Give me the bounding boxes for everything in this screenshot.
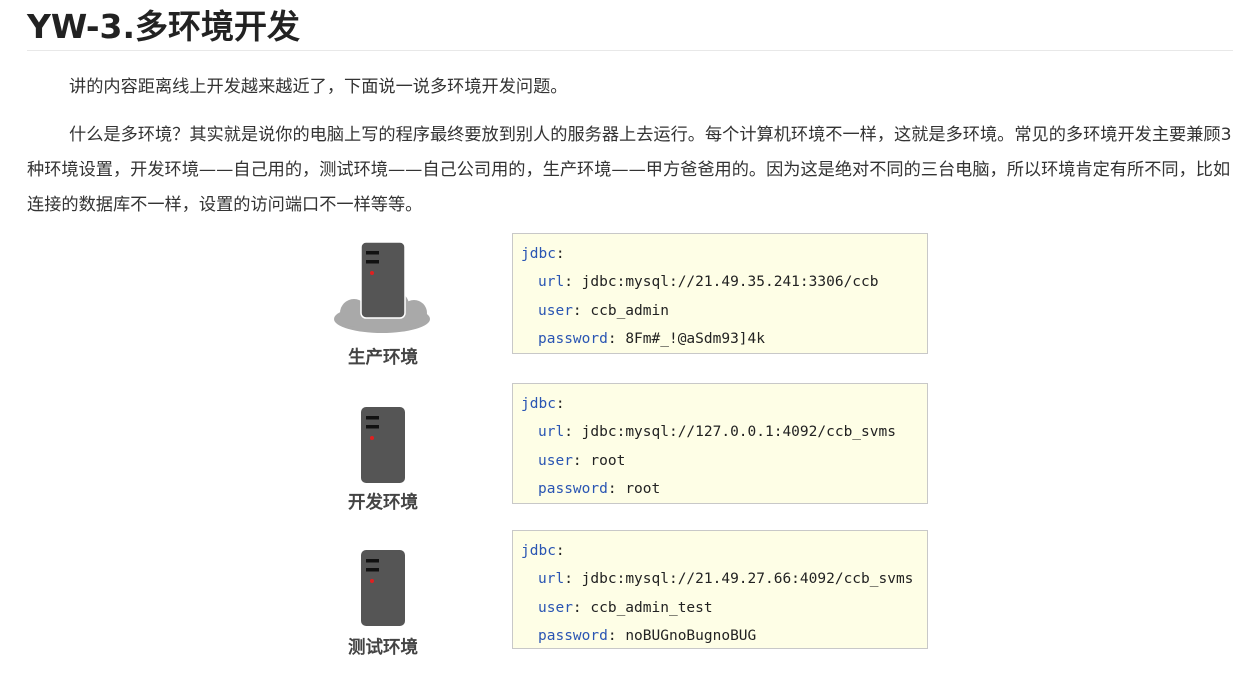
env-label-development: 开发环境: [348, 493, 418, 513]
env-label-production: 生产环境: [348, 348, 418, 368]
config-url-key: url: [538, 274, 565, 291]
server-icon: [360, 241, 406, 319]
config-password-value: root: [625, 480, 661, 497]
server-icon: [361, 407, 405, 483]
config-password-key: password: [538, 330, 608, 347]
config-url-key: url: [538, 424, 565, 441]
config-password-key: password: [538, 627, 608, 644]
config-password-key: password: [538, 480, 608, 497]
config-password-value: noBUGnoBugnoBUG: [625, 627, 757, 644]
config-user-key: user: [538, 599, 573, 616]
config-user-key: user: [538, 452, 573, 469]
config-user-key: user: [538, 302, 573, 319]
config-password-value: 8Fm#_!@aSdm93]4k: [625, 330, 765, 347]
config-user-value: root: [590, 452, 626, 469]
config-url-value: jdbc:mysql://21.49.35.241:3306/ccb: [581, 274, 879, 291]
server-icon: [361, 550, 405, 626]
config-block-test: jdbc: url: jdbc:mysql://21.49.27.66:4092…: [512, 530, 928, 649]
config-user-value: ccb_admin: [590, 302, 669, 319]
config-root-key: jdbc: [521, 543, 556, 559]
config-url-value: jdbc:mysql://127.0.0.1:4092/ccb_svms: [581, 424, 896, 441]
config-block-development: jdbc: url: jdbc:mysql://127.0.0.1:4092/c…: [512, 383, 928, 504]
config-url-value: jdbc:mysql://21.49.27.66:4092/ccb_svms: [581, 571, 914, 588]
definition-paragraph: 什么是多环境？其实就是说你的电脑上写的程序最终要放到别人的服务器上去运行。每个计…: [27, 125, 1232, 215]
config-block-production: jdbc: url: jdbc:mysql://21.49.35.241:330…: [512, 233, 928, 354]
config-root-key: jdbc: [521, 246, 556, 262]
config-user-value: ccb_admin_test: [590, 599, 713, 616]
intro-paragraph: 讲的内容距离线上开发越来越近了，下面说一说多环境开发问题。: [69, 77, 568, 97]
page-title: YW-3.多环境开发: [27, 4, 1233, 51]
env-label-test: 测试环境: [348, 638, 418, 658]
config-url-key: url: [538, 571, 565, 588]
config-root-key: jdbc: [521, 396, 556, 412]
